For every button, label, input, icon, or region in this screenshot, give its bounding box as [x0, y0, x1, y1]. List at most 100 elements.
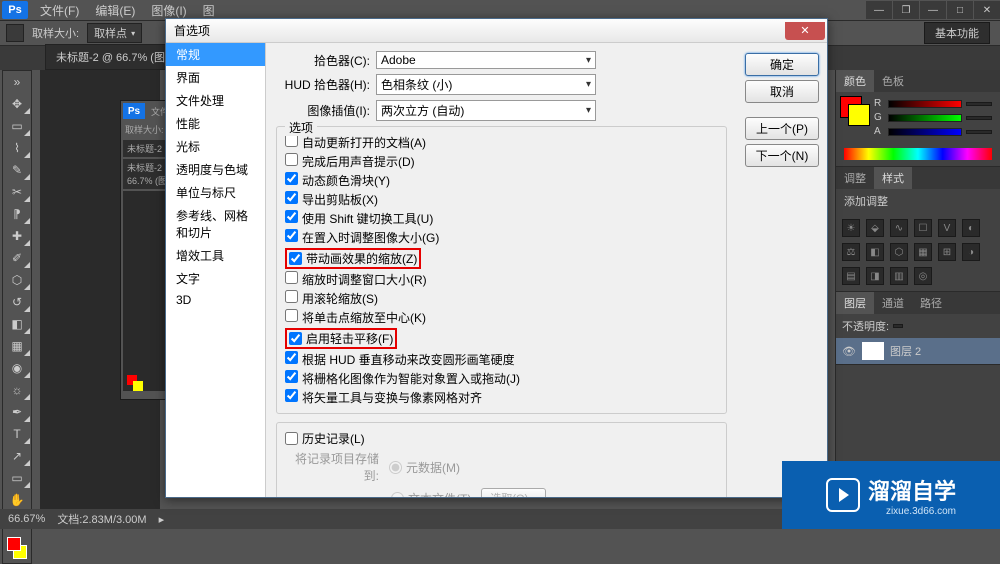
r-slider[interactable]	[888, 100, 962, 108]
zoom-level[interactable]: 66.67%	[8, 513, 45, 525]
swatches-tab[interactable]: 色板	[874, 70, 912, 92]
option-checkbox-13[interactable]	[285, 389, 298, 402]
layer-visibility-icon[interactable]: 👁	[842, 345, 856, 358]
blur-tool[interactable]: ◉	[3, 357, 31, 379]
window-submin[interactable]: —	[920, 1, 946, 19]
pen-tool[interactable]: ✒	[3, 401, 31, 423]
adj-brightness-icon[interactable]: ☀	[842, 219, 860, 237]
tool-preset-icon[interactable]	[6, 24, 24, 42]
lasso-tool[interactable]: ⌇	[3, 137, 31, 159]
adj-exposure-icon[interactable]: ☐	[914, 219, 932, 237]
sample-size-dropdown[interactable]: 取样点	[87, 23, 142, 43]
marquee-tool[interactable]: ▭	[3, 115, 31, 137]
adj-photo-icon[interactable]: ⬡	[890, 243, 908, 261]
sidebar-item-3d[interactable]: 3D	[166, 290, 265, 310]
option-checkbox-10[interactable]	[289, 330, 302, 347]
sidebar-item-filehandling[interactable]: 文件处理	[166, 89, 265, 112]
option-checkbox-9[interactable]	[285, 309, 298, 322]
eraser-tool[interactable]: ◧	[3, 313, 31, 335]
b-value[interactable]	[966, 130, 992, 134]
option-checkbox-2[interactable]	[285, 172, 298, 185]
cancel-button[interactable]: 取消	[745, 80, 819, 103]
adj-bw-icon[interactable]: ◧	[866, 243, 884, 261]
adj-lookup-icon[interactable]: ⊞	[938, 243, 956, 261]
adj-gradient-icon[interactable]: ▥	[890, 267, 908, 285]
styles-tab[interactable]: 样式	[874, 167, 912, 189]
option-checkbox-4[interactable]	[285, 210, 298, 223]
option-checkbox-11[interactable]	[285, 351, 298, 364]
next-button[interactable]: 下一个(N)	[745, 144, 819, 167]
layer-row[interactable]: 👁 图层 2	[836, 338, 1000, 364]
dialog-titlebar[interactable]: 首选项 ✕	[166, 19, 827, 43]
hue-strip[interactable]	[844, 148, 992, 160]
adj-hue-icon[interactable]: ◐	[962, 219, 980, 237]
foreground-swatch[interactable]	[7, 537, 21, 551]
layers-tab[interactable]: 图层	[836, 292, 874, 314]
adj-invert-icon[interactable]: ◑	[962, 243, 980, 261]
path-tool[interactable]: ↗	[3, 445, 31, 467]
status-chevron-icon[interactable]: ▸	[159, 513, 165, 526]
crop-tool[interactable]: ✂	[3, 181, 31, 203]
window-submax[interactable]: □	[947, 1, 973, 19]
adj-levels-icon[interactable]: ⬙	[866, 219, 884, 237]
b-slider[interactable]	[888, 128, 962, 136]
sidebar-item-guides[interactable]: 参考线、网格和切片	[166, 204, 265, 244]
option-checkbox-1[interactable]	[285, 153, 298, 166]
adj-vibrance-icon[interactable]: V	[938, 219, 956, 237]
hand-tool[interactable]: ✋	[3, 489, 31, 511]
adjustments-tab[interactable]: 调整	[836, 167, 874, 189]
sidebar-item-units[interactable]: 单位与标尺	[166, 181, 265, 204]
color-swatches[interactable]	[3, 533, 31, 563]
move-tool[interactable]: ✥	[3, 93, 31, 115]
dialog-close-button[interactable]: ✕	[785, 22, 825, 40]
ok-button[interactable]: 确定	[745, 53, 819, 76]
layer-thumbnail[interactable]	[862, 342, 884, 360]
option-checkbox-8[interactable]	[285, 290, 298, 303]
color-preview-bg[interactable]	[848, 104, 870, 126]
adj-balance-icon[interactable]: ⚖	[842, 243, 860, 261]
history-log-checkbox[interactable]	[285, 432, 298, 445]
menu-edit[interactable]: 编辑(E)	[87, 0, 143, 21]
history-brush-tool[interactable]: ↺	[3, 291, 31, 313]
sidebar-item-performance[interactable]: 性能	[166, 112, 265, 135]
expand-icon[interactable]: »	[3, 71, 31, 93]
adj-poster-icon[interactable]: ▤	[842, 267, 860, 285]
brush-tool[interactable]: ✐	[3, 247, 31, 269]
shape-tool[interactable]: ▭	[3, 467, 31, 489]
workspace-tab[interactable]: 基本功能	[924, 22, 990, 44]
sidebar-item-type[interactable]: 文字	[166, 267, 265, 290]
channels-tab[interactable]: 通道	[874, 292, 912, 314]
document-canvas[interactable]: Ps 文件( 取样大小: 取･･ 未标题-2 @ 未标题-2 @ 66.7% (…	[40, 70, 160, 509]
adj-curves-icon[interactable]: ∿	[890, 219, 908, 237]
window-minimize[interactable]: —	[866, 1, 892, 19]
r-value[interactable]	[966, 102, 992, 106]
doc-info[interactable]: 文档:2.83M/3.00M	[57, 511, 146, 527]
eyedropper-tool[interactable]: ⁋	[3, 203, 31, 225]
adj-selective-icon[interactable]: ◎	[914, 267, 932, 285]
color-tab[interactable]: 颜色	[836, 70, 874, 92]
opacity-value[interactable]	[893, 324, 903, 328]
option-checkbox-3[interactable]	[285, 191, 298, 204]
sidebar-item-interface[interactable]: 界面	[166, 66, 265, 89]
g-slider[interactable]	[888, 114, 962, 122]
prev-button[interactable]: 上一个(P)	[745, 117, 819, 140]
quick-select-tool[interactable]: ✎	[3, 159, 31, 181]
stamp-tool[interactable]: ⬡	[3, 269, 31, 291]
window-close[interactable]: ✕	[974, 1, 1000, 19]
window-restore[interactable]: ❐	[893, 1, 919, 19]
option-checkbox-5[interactable]	[285, 229, 298, 242]
healing-tool[interactable]: ✚	[3, 225, 31, 247]
menu-file[interactable]: 文件(F)	[32, 0, 87, 21]
sidebar-item-transparency[interactable]: 透明度与色域	[166, 158, 265, 181]
adj-mixer-icon[interactable]: ▦	[914, 243, 932, 261]
option-checkbox-12[interactable]	[285, 370, 298, 383]
type-tool[interactable]: T	[3, 423, 31, 445]
hud-picker-select[interactable]: 色相条纹 (小)	[376, 74, 596, 95]
adj-threshold-icon[interactable]: ◨	[866, 267, 884, 285]
paths-tab[interactable]: 路径	[912, 292, 950, 314]
option-checkbox-6[interactable]	[289, 250, 302, 267]
sidebar-item-cursors[interactable]: 光标	[166, 135, 265, 158]
dodge-tool[interactable]: ☼	[3, 379, 31, 401]
interpolation-select[interactable]: 两次立方 (自动)	[376, 100, 596, 121]
sidebar-item-general[interactable]: 常规	[166, 43, 265, 66]
